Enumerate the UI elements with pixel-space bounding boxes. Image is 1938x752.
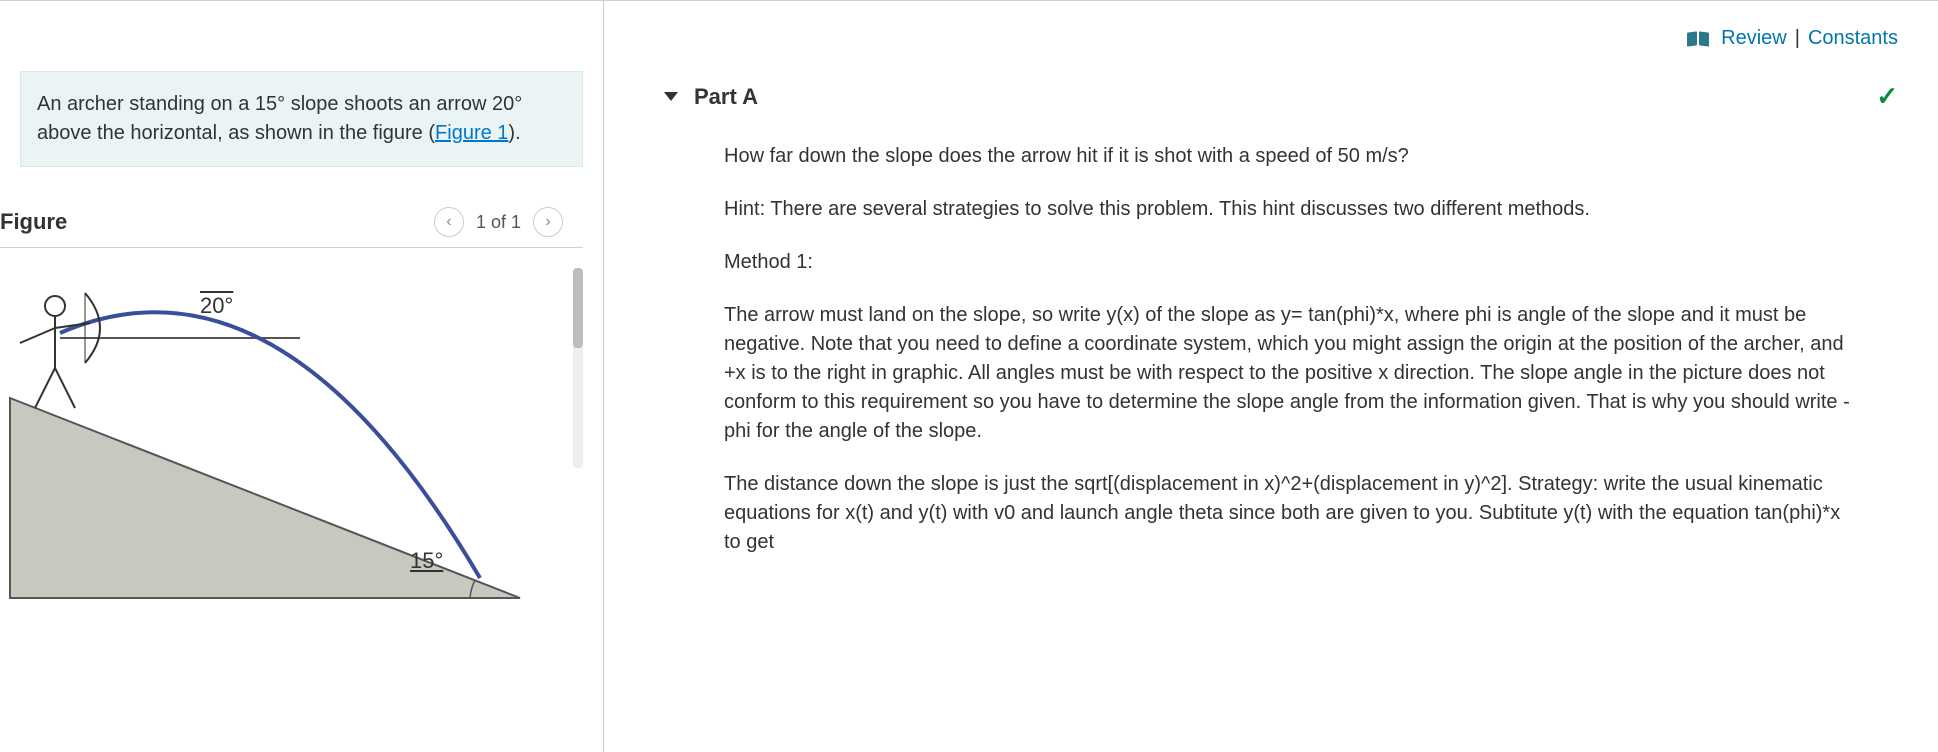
right-pane: Review | Constants Part A ✓ How far down… <box>604 1 1938 752</box>
slope-angle-label: 15° <box>410 548 443 574</box>
review-link[interactable]: Review <box>1721 27 1787 50</box>
launch-angle-label: 20° <box>200 293 233 319</box>
next-figure-button[interactable]: › <box>533 207 563 237</box>
figure-link[interactable]: Figure 1 <box>435 122 508 144</box>
figure-pager: ‹ 1 of 1 › <box>434 207 563 237</box>
method1-paragraph-1: The arrow must land on the slope, so wri… <box>724 301 1858 446</box>
hint-intro: Hint: There are several strategies to so… <box>724 195 1858 224</box>
book-icon <box>1687 32 1709 46</box>
check-icon: ✓ <box>1876 81 1898 112</box>
figure-area: 20° 15° <box>0 258 583 618</box>
left-pane: An archer standing on a 15° slope shoots… <box>0 1 604 752</box>
question-text: How far down the slope does the arrow hi… <box>724 142 1858 171</box>
problem-statement: An archer standing on a 15° slope shoots… <box>20 71 583 167</box>
figure-scrollbar-thumb[interactable] <box>573 268 583 348</box>
method1-label: Method 1: <box>724 248 1858 277</box>
pager-label: 1 of 1 <box>476 212 521 233</box>
link-separator: | <box>1795 27 1800 50</box>
top-links: Review | Constants <box>1687 27 1898 50</box>
figure-heading: Figure <box>0 209 67 235</box>
constants-link[interactable]: Constants <box>1808 27 1898 50</box>
chevron-down-icon <box>664 92 678 101</box>
figure-illustration <box>0 268 560 608</box>
part-header[interactable]: Part A ✓ <box>664 81 1898 112</box>
part-title: Part A <box>694 84 758 110</box>
figure-header: Figure ‹ 1 of 1 › <box>0 207 583 248</box>
part-content: How far down the slope does the arrow hi… <box>724 142 1898 557</box>
problem-text-after: ). <box>508 122 520 144</box>
method1-paragraph-2: The distance down the slope is just the … <box>724 470 1858 557</box>
prev-figure-button[interactable]: ‹ <box>434 207 464 237</box>
